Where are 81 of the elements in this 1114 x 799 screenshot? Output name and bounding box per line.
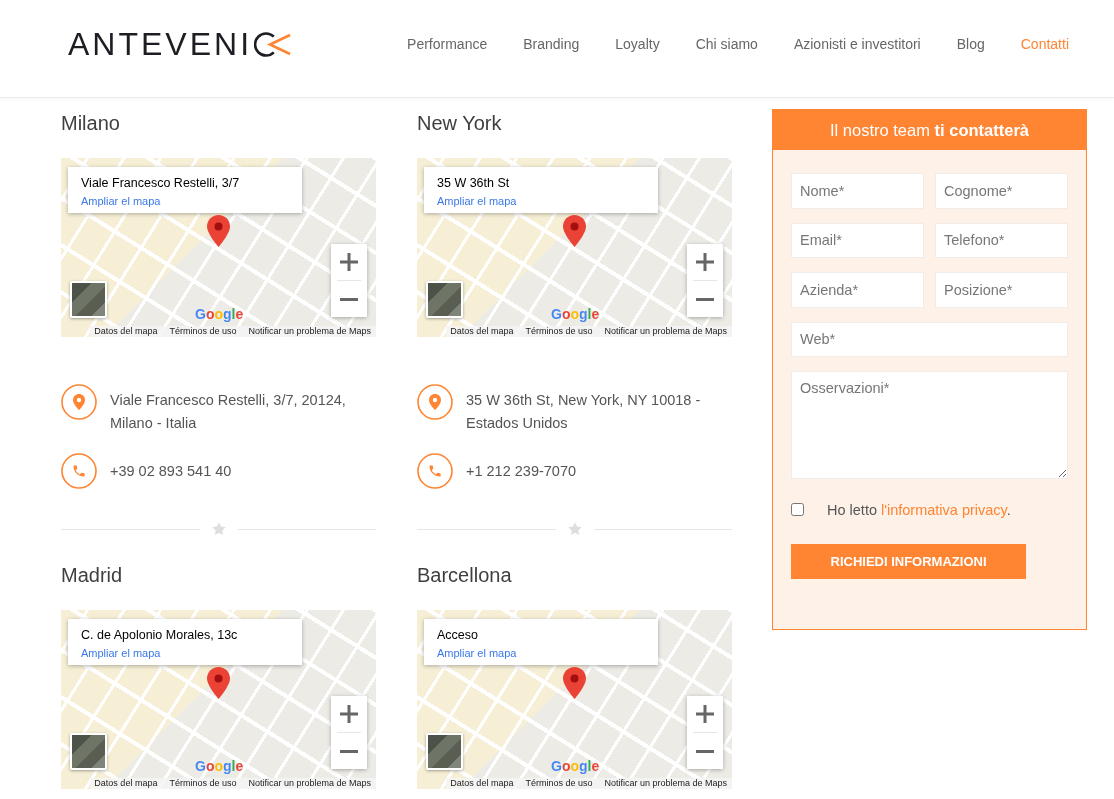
nav-link[interactable]: Azionisti e investitori — [793, 36, 921, 52]
nav-link[interactable]: Performance — [407, 36, 488, 52]
logo-text: ANTEVENI — [68, 28, 253, 60]
nav-link[interactable]: Loyalty — [615, 36, 660, 52]
phone-icon — [417, 453, 453, 489]
map-footer-link[interactable]: Términos de uso — [525, 778, 593, 789]
city-heading: Madrid — [61, 563, 124, 587]
zoom-out-button[interactable] — [687, 733, 723, 769]
city-heading: Barcellona — [417, 563, 513, 587]
map-footer-link[interactable]: Datos del mapa — [94, 778, 158, 789]
address-text: Viale Francesco Restelli, 3/7, 20124, Milano - Italia — [110, 391, 347, 433]
input-field[interactable]: Web* — [791, 321, 1068, 357]
logo-mark-icon — [254, 31, 292, 57]
map-footer-link[interactable]: Términos de uso — [169, 326, 237, 337]
enlarge-map-link[interactable]: Ampliar el mapa — [81, 194, 161, 209]
map-footer-link[interactable]: Datos del mapa — [450, 778, 514, 789]
minus-icon — [696, 749, 714, 753]
map-footer-link[interactable]: Términos de uso — [169, 778, 237, 789]
address-text: 35 W 36th St, New York, NY 10018 - Estados Unidos — [466, 391, 702, 433]
nav-link[interactable]: Branding — [523, 36, 580, 52]
satellite-thumbnail[interactable] — [70, 281, 107, 318]
map-footer-link[interactable]: Notificar un problema de Maps — [604, 326, 727, 337]
map-footer-link[interactable]: Notificar un problema de Maps — [604, 778, 727, 789]
map-provider-logo: Google — [551, 758, 600, 774]
map-provider-logo: Google — [195, 306, 244, 322]
phone-number: +1 212 239-7070 — [466, 461, 577, 481]
location-pin-icon — [61, 384, 97, 420]
star-icon — [567, 522, 582, 536]
zoom-out-button[interactable] — [331, 281, 367, 317]
map-footer-link[interactable]: Datos del mapa — [450, 326, 514, 337]
city-heading: Milano — [61, 111, 121, 135]
form-title: Il nostro team ti contatterà — [830, 120, 1029, 140]
map-footer-link[interactable]: Datos del mapa — [94, 326, 158, 337]
zoom-in-button[interactable] — [331, 696, 367, 732]
enlarge-map-link[interactable]: Ampliar el mapa — [437, 194, 517, 209]
consent-checkbox[interactable] — [791, 503, 804, 516]
input-field[interactable]: Telefono* — [935, 222, 1068, 258]
input-field[interactable]: Azienda* — [791, 272, 924, 308]
plus-icon — [340, 705, 358, 723]
phone-icon — [61, 453, 97, 489]
map-pin-icon — [563, 667, 586, 699]
plus-icon — [696, 253, 714, 271]
satellite-thumbnail[interactable] — [426, 733, 463, 770]
input-field[interactable]: Nome* — [791, 173, 924, 209]
plus-icon — [340, 253, 358, 271]
satellite-thumbnail[interactable] — [70, 733, 107, 770]
map-footer-link[interactable]: Notificar un problema de Maps — [248, 326, 371, 337]
map-provider-logo: Google — [195, 758, 244, 774]
zoom-in-button[interactable] — [331, 244, 367, 280]
message-field[interactable]: Osservazioni* — [791, 371, 1068, 479]
star-icon — [211, 522, 226, 536]
input-field[interactable]: Email* — [791, 222, 924, 258]
map-footer-link[interactable]: Términos de uso — [525, 326, 593, 337]
minus-icon — [340, 749, 358, 753]
map-pin-icon — [563, 215, 586, 247]
city-heading: New York — [417, 111, 503, 135]
place-title: Acceso — [437, 628, 479, 643]
enlarge-map-link[interactable]: Ampliar el mapa — [81, 646, 161, 661]
enlarge-map-link[interactable]: Ampliar el mapa — [437, 646, 517, 661]
map-pin-icon — [207, 215, 230, 247]
satellite-thumbnail[interactable] — [426, 281, 463, 318]
place-title: C. de Apolonio Morales, 13c — [81, 628, 239, 643]
nav-link[interactable]: Blog — [956, 36, 985, 52]
zoom-out-button[interactable] — [687, 281, 723, 317]
consent-text: Ho letto l'informativa privacy. — [827, 501, 1011, 518]
plus-icon — [696, 705, 714, 723]
location-pin-icon — [417, 384, 453, 420]
place-title: Viale Francesco Restelli, 3/7 — [81, 176, 241, 191]
map-provider-logo: Google — [551, 306, 600, 322]
zoom-out-button[interactable] — [331, 733, 367, 769]
zoom-in-button[interactable] — [687, 244, 723, 280]
phone-number: +39 02 893 541 40 — [110, 461, 232, 481]
nav-link[interactable]: Chi siamo — [695, 36, 758, 52]
input-field[interactable]: Cognome* — [935, 173, 1068, 209]
minus-icon — [696, 297, 714, 301]
input-field[interactable]: Posizione* — [935, 272, 1068, 308]
place-title: 35 W 36th St — [437, 176, 511, 191]
map-footer-link[interactable]: Notificar un problema de Maps — [248, 778, 371, 789]
zoom-in-button[interactable] — [687, 696, 723, 732]
minus-icon — [340, 297, 358, 301]
map-pin-icon — [207, 667, 230, 699]
